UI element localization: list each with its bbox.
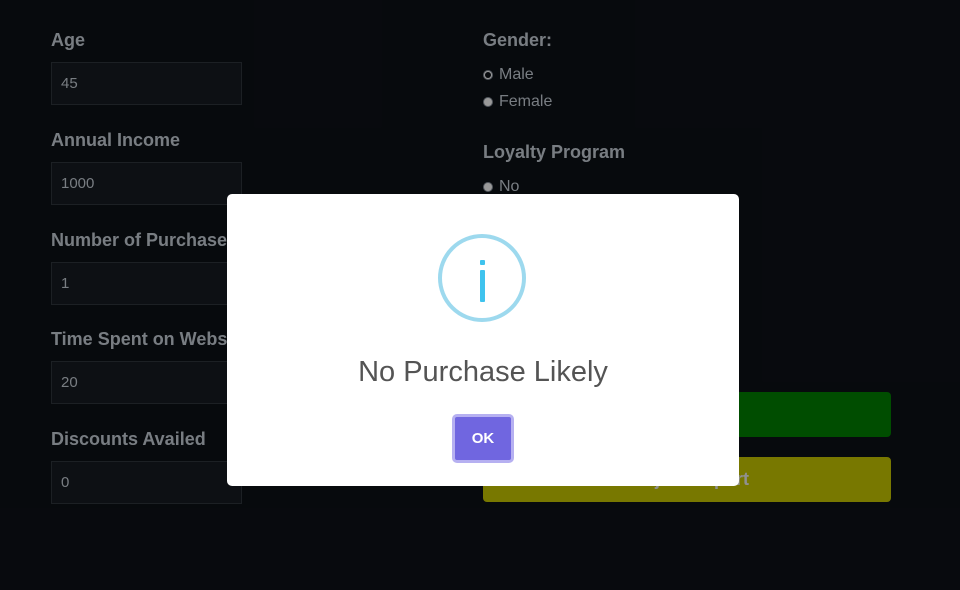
alert-dialog: No Purchase Likely OK — [227, 194, 739, 486]
dialog-title: No Purchase Likely — [358, 356, 608, 388]
info-icon — [438, 234, 526, 322]
info-icon-dot — [480, 260, 485, 265]
ok-button[interactable]: OK — [452, 414, 514, 463]
info-icon-stem — [480, 270, 485, 302]
